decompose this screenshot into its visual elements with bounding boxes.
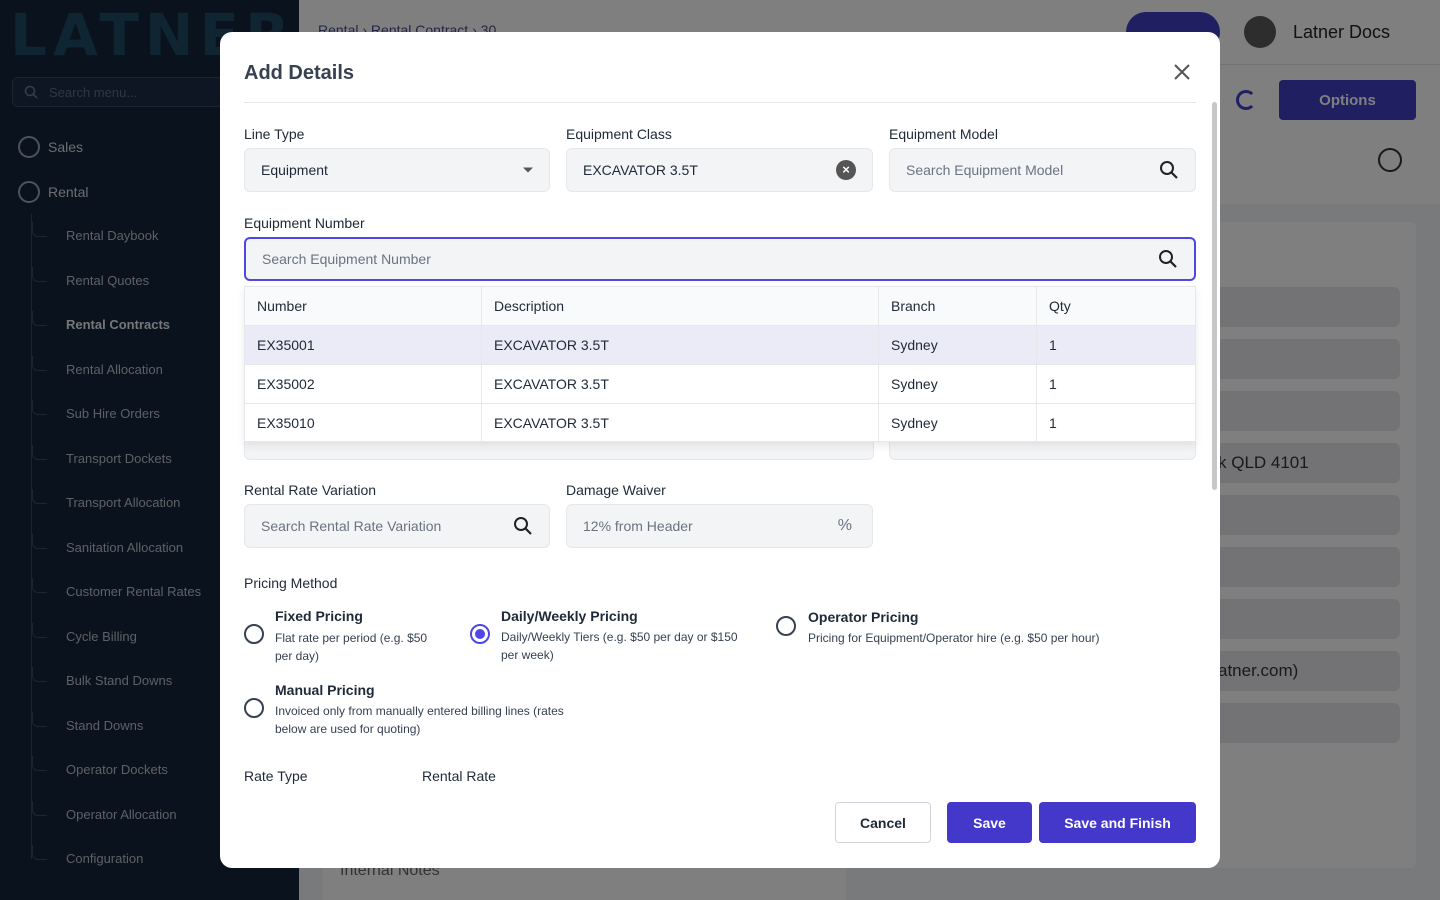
cell-branch: Sydney	[879, 365, 1037, 404]
manual-pricing-desc-line: below are used for quoting)	[275, 722, 421, 736]
clear-icon[interactable]: ×	[836, 160, 856, 180]
equipment-number-label: Equipment Number	[244, 215, 365, 231]
rental-rate-variation-input[interactable]: Search Rental Rate Variation	[244, 504, 550, 548]
fixed-pricing-desc-line: per day)	[275, 649, 320, 663]
cell-description: EXCAVATOR 3.5T	[482, 404, 879, 443]
save-and-finish-label: Save and Finish	[1064, 814, 1171, 831]
cell-qty: 1	[1049, 337, 1057, 353]
cell-number: EX35002	[245, 365, 482, 404]
damage-waiver-input[interactable]: 12% from Header %	[566, 504, 873, 548]
add-details-modal: Add Details Line Type Equipment Equipmen…	[220, 32, 1220, 868]
pricing-method-label: Pricing Method	[244, 575, 338, 591]
table-header: Number Description Branch Qty	[245, 287, 1195, 326]
cancel-label: Cancel	[860, 814, 906, 831]
col-header-number: Number	[245, 287, 482, 326]
operator-pricing-desc-line: Pricing for Equipment/Operator hire (e.g…	[808, 631, 1100, 645]
manual-pricing-desc: Invoiced only from manually entered bill…	[275, 702, 564, 738]
line-type-value: Equipment	[261, 162, 328, 178]
modal-title: Add Details	[244, 62, 355, 84]
col-header-qty: Qty	[1049, 298, 1071, 314]
line-type-label: Line Type	[244, 126, 305, 142]
table-row[interactable]: EX35001 EXCAVATOR 3.5T Sydney 1	[245, 326, 1195, 365]
rental-rate-label: Rental Rate	[422, 768, 496, 784]
equipment-class-value: EXCAVATOR 3.5T	[583, 162, 698, 178]
caret-down-icon	[523, 167, 533, 173]
line-type-select[interactable]: Equipment	[244, 148, 550, 192]
cell-branch: Sydney	[879, 326, 1037, 365]
manual-pricing-title: Manual Pricing	[275, 682, 375, 698]
col-header-branch: Branch	[879, 287, 1037, 326]
save-and-finish-button[interactable]: Save and Finish	[1039, 802, 1196, 843]
cell-number: EX35010	[245, 404, 482, 443]
equipment-model-label: Equipment Model	[889, 126, 998, 142]
equipment-class-label: Equipment Class	[566, 126, 672, 142]
table-row[interactable]: EX35010 EXCAVATOR 3.5T Sydney 1	[245, 404, 1195, 443]
damage-waiver-placeholder: 12% from Header	[583, 518, 693, 534]
daily-weekly-pricing-desc: Daily/Weekly Tiers (e.g. $50 per day or …	[501, 628, 738, 664]
rental-rate-variation-placeholder: Search Rental Rate Variation	[261, 518, 442, 534]
fixed-pricing-radio[interactable]	[244, 624, 264, 644]
divider	[244, 102, 1196, 103]
equipment-number-placeholder: Search Equipment Number	[262, 251, 431, 267]
obscured-field	[244, 440, 874, 460]
manual-pricing-desc-line: Invoiced only from manually entered bill…	[275, 704, 564, 718]
fixed-pricing-desc: Flat rate per period (e.g. $50 per day)	[275, 629, 427, 665]
cancel-button[interactable]: Cancel	[835, 802, 931, 843]
cell-branch: Sydney	[879, 404, 1037, 443]
scrollbar-thumb[interactable]	[1212, 102, 1217, 490]
daily-weekly-pricing-desc-line: Daily/Weekly Tiers (e.g. $50 per day or …	[501, 630, 738, 644]
operator-pricing-title: Operator Pricing	[808, 609, 919, 625]
search-icon[interactable]	[513, 516, 533, 536]
rate-type-label: Rate Type	[244, 768, 308, 784]
table-row[interactable]: EX35002 EXCAVATOR 3.5T Sydney 1	[245, 365, 1195, 404]
operator-pricing-desc: Pricing for Equipment/Operator hire (e.g…	[808, 629, 1099, 647]
equipment-class-field[interactable]: EXCAVATOR 3.5T ×	[566, 148, 873, 192]
col-header-description: Description	[482, 287, 879, 326]
cell-number: EX35001	[245, 326, 482, 365]
daily-weekly-pricing-desc-line: per week)	[501, 648, 554, 662]
obscured-field	[889, 440, 1196, 460]
save-button[interactable]: Save	[947, 802, 1032, 843]
operator-pricing-radio[interactable]	[776, 616, 796, 636]
daily-weekly-pricing-title: Daily/Weekly Pricing	[501, 608, 638, 624]
damage-waiver-label: Damage Waiver	[566, 482, 666, 498]
daily-weekly-pricing-radio[interactable]	[470, 624, 490, 644]
equipment-model-placeholder: Search Equipment Model	[906, 162, 1064, 178]
cell-description: EXCAVATOR 3.5T	[482, 365, 879, 404]
search-icon[interactable]	[1158, 249, 1178, 269]
fixed-pricing-desc-line: Flat rate per period (e.g. $50	[275, 631, 428, 645]
close-icon[interactable]	[1170, 60, 1194, 84]
search-icon[interactable]	[1159, 160, 1179, 180]
cell-qty: 1	[1049, 376, 1057, 392]
percent-suffix: %	[837, 517, 852, 534]
cell-description: EXCAVATOR 3.5T	[482, 326, 879, 365]
rental-rate-variation-label: Rental Rate Variation	[244, 482, 377, 498]
equipment-results-dropdown: Number Description Branch Qty EX35001 EX…	[244, 286, 1196, 443]
modal-scrollbar[interactable]	[1210, 102, 1218, 492]
save-label: Save	[973, 814, 1006, 831]
equipment-number-input[interactable]: Search Equipment Number	[244, 237, 1196, 281]
equipment-model-input[interactable]: Search Equipment Model	[889, 148, 1196, 192]
cell-qty: 1	[1049, 415, 1057, 431]
fixed-pricing-title: Fixed Pricing	[275, 608, 363, 624]
manual-pricing-radio[interactable]	[244, 698, 264, 718]
